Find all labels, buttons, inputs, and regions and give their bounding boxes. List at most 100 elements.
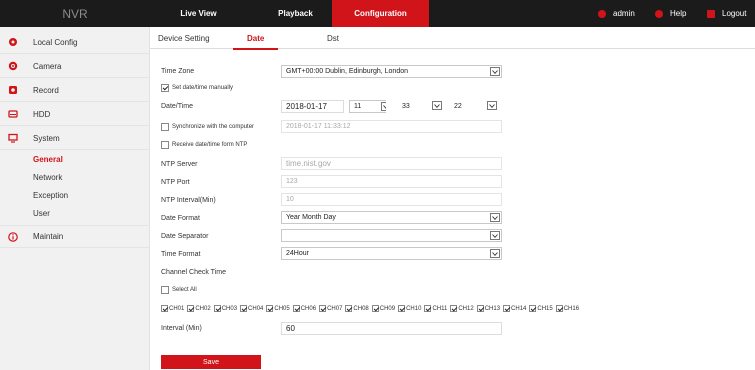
channel-checkbox[interactable] — [555, 305, 563, 312]
channel-checkbox[interactable] — [240, 305, 248, 312]
sync-computer-checkbox[interactable] — [161, 123, 169, 131]
channel-label: CH12 — [458, 305, 474, 312]
datetime-extra-dropdown[interactable] — [487, 100, 501, 112]
hdd-icon — [8, 109, 18, 119]
channel-item[interactable]: CH09 — [371, 305, 396, 312]
channel-item[interactable]: CH02 — [187, 305, 211, 312]
channel-item[interactable]: CH01 — [161, 305, 184, 312]
channel-item[interactable]: CH14 — [503, 305, 526, 312]
ntp-interval-value: 10 — [286, 196, 294, 203]
channel-checkbox[interactable] — [424, 305, 432, 312]
tab-playback[interactable]: Playback — [247, 0, 344, 27]
channel-label: CH03 — [221, 305, 238, 312]
date-format-select[interactable]: Year Month Day — [281, 211, 502, 224]
minute-select[interactable]: 33 — [386, 100, 421, 113]
sidebar-item-label: Maintain — [33, 232, 64, 241]
date-separator-select[interactable] — [281, 229, 502, 242]
channel-item[interactable]: CH05 — [266, 305, 290, 312]
ntp-interval-label: NTP Interval(Min) — [161, 197, 216, 204]
sidebar-subitem-exception[interactable]: Exception — [33, 191, 68, 202]
date-input[interactable]: 2018-01-17 — [281, 100, 344, 113]
channel-checkbox[interactable] — [450, 305, 458, 312]
date-format-label: Date Format — [161, 215, 200, 222]
tab-configuration[interactable]: Configuration — [332, 0, 429, 27]
sidebar-item-maintain[interactable]: Maintain — [0, 225, 150, 248]
channel-label: CH09 — [379, 305, 396, 312]
help-icon — [655, 9, 663, 18]
sidebar-item-local-config[interactable]: Local Config — [0, 31, 150, 54]
channel-item[interactable]: CH11 — [424, 305, 447, 312]
sidebar-item-record[interactable]: Record — [0, 79, 150, 102]
channel-item[interactable]: CH13 — [476, 305, 500, 312]
channel-checkbox[interactable] — [345, 305, 353, 312]
channel-checkbox[interactable] — [398, 305, 406, 312]
channel-item[interactable]: CH06 — [292, 305, 316, 312]
channel-label: CH14 — [511, 305, 527, 312]
admin-user-button[interactable]: admin — [598, 0, 635, 27]
time-format-select[interactable]: 24Hour — [281, 247, 502, 260]
time-format-value: 24Hour — [286, 250, 309, 257]
help-button[interactable]: Help — [655, 0, 686, 27]
channel-item[interactable]: CH10 — [398, 305, 421, 312]
set-manually-checkbox[interactable] — [161, 84, 169, 92]
top-navigation-bar: NVR Live View Playback Configuration adm… — [0, 0, 755, 27]
channel-item[interactable]: CH03 — [213, 305, 238, 312]
channel-checkbox[interactable] — [213, 305, 221, 312]
channel-item[interactable]: CH04 — [240, 305, 263, 312]
ntp-interval-input[interactable]: 10 — [281, 193, 502, 206]
tab-device-setting[interactable]: Device Setting — [158, 27, 210, 49]
second-dropdown-toggle[interactable] — [432, 100, 446, 112]
channel-item[interactable]: CH08 — [345, 305, 369, 312]
channel-checkbox[interactable] — [187, 305, 195, 312]
channel-item[interactable]: CH15 — [529, 305, 553, 312]
sidebar-subitem-general[interactable]: General — [33, 155, 63, 166]
logout-icon — [707, 9, 715, 18]
channel-checkbox[interactable] — [529, 305, 537, 312]
channel-label: CH16 — [563, 305, 580, 312]
channel-checkbox[interactable] — [266, 305, 274, 312]
hour-value: 11 — [354, 103, 362, 110]
channel-checkbox[interactable] — [292, 305, 300, 312]
sidebar-item-hdd[interactable]: HDD — [0, 103, 150, 126]
tab-live-view[interactable]: Live View — [150, 0, 247, 27]
date-value: 2018-01-17 — [286, 102, 327, 111]
tab-dst[interactable]: Dst — [327, 27, 339, 49]
channel-label: CH04 — [248, 305, 264, 312]
channel-check-label: Channel Check Time — [161, 269, 226, 276]
sidebar-item-label: Local Config — [33, 37, 78, 47]
channel-checkbox[interactable] — [161, 305, 168, 312]
ntp-server-label: NTP Server — [161, 161, 198, 168]
sidebar-item-camera[interactable]: Camera — [0, 55, 150, 78]
channel-checkbox[interactable] — [371, 305, 379, 312]
time-zone-select[interactable]: GMT+00:00 Dublin, Edinburgh, London — [281, 65, 502, 78]
sidebar-item-label: HDD — [33, 109, 51, 119]
channel-label: CH02 — [195, 305, 211, 312]
receive-ntp-checkbox[interactable] — [161, 141, 169, 149]
save-button[interactable]: Save — [161, 355, 261, 369]
channel-item[interactable]: CH07 — [319, 305, 342, 312]
channel-checkbox[interactable] — [503, 305, 511, 312]
ntp-port-input[interactable]: 123 — [281, 175, 502, 188]
interval-input[interactable]: 60 — [281, 322, 502, 335]
channel-label: CH08 — [353, 305, 369, 312]
chevron-down-icon — [490, 231, 500, 240]
sidebar-subitem-user[interactable]: User — [33, 209, 50, 220]
gear-icon — [8, 37, 18, 47]
tab-date[interactable]: Date — [233, 27, 279, 50]
channel-checkbox[interactable] — [476, 305, 484, 312]
logout-button[interactable]: Logout — [707, 0, 746, 27]
channel-checkbox[interactable] — [319, 305, 327, 312]
channel-label: CH07 — [327, 305, 343, 312]
sidebar-item-label: Record — [33, 85, 59, 95]
ntp-port-label: NTP Port — [161, 179, 190, 186]
select-all-label: Select All — [172, 287, 197, 293]
minute-value: 33 — [402, 103, 410, 110]
select-all-checkbox[interactable] — [161, 286, 169, 294]
sidebar-subitem-network[interactable]: Network — [33, 173, 62, 184]
ntp-server-input[interactable]: time.nist.gov — [281, 157, 502, 170]
channel-item[interactable]: CH12 — [450, 305, 474, 312]
sidebar-item-system[interactable]: System — [0, 127, 150, 150]
sidebar-item-label: System — [33, 133, 60, 143]
channel-item[interactable]: CH16 — [555, 305, 580, 312]
sidebar: Local Config Camera Record HDD System Ge… — [0, 27, 150, 370]
